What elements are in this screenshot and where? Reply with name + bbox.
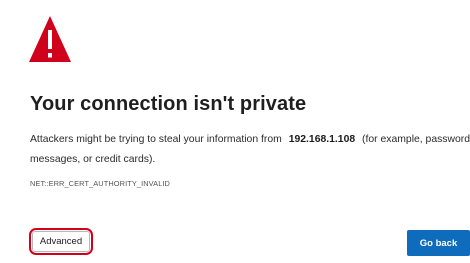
error-code: NET::ERR_CERT_AUTHORITY_INVALID xyxy=(30,179,170,188)
page-title: Your connection isn't private xyxy=(30,93,307,115)
warning-triangle-icon xyxy=(29,16,71,62)
advanced-button-label: Advanced xyxy=(32,231,90,252)
host-address: 192.168.1.108 xyxy=(288,134,356,145)
go-back-button[interactable]: Go back xyxy=(407,230,470,256)
advanced-button[interactable]: Advanced xyxy=(29,228,93,255)
message-text-before: Attackers might be trying to steal your … xyxy=(30,134,282,145)
error-message: Attackers might be trying to steal your … xyxy=(30,130,470,170)
privacy-error-page: Your connection isn't private Attackers … xyxy=(0,0,470,263)
